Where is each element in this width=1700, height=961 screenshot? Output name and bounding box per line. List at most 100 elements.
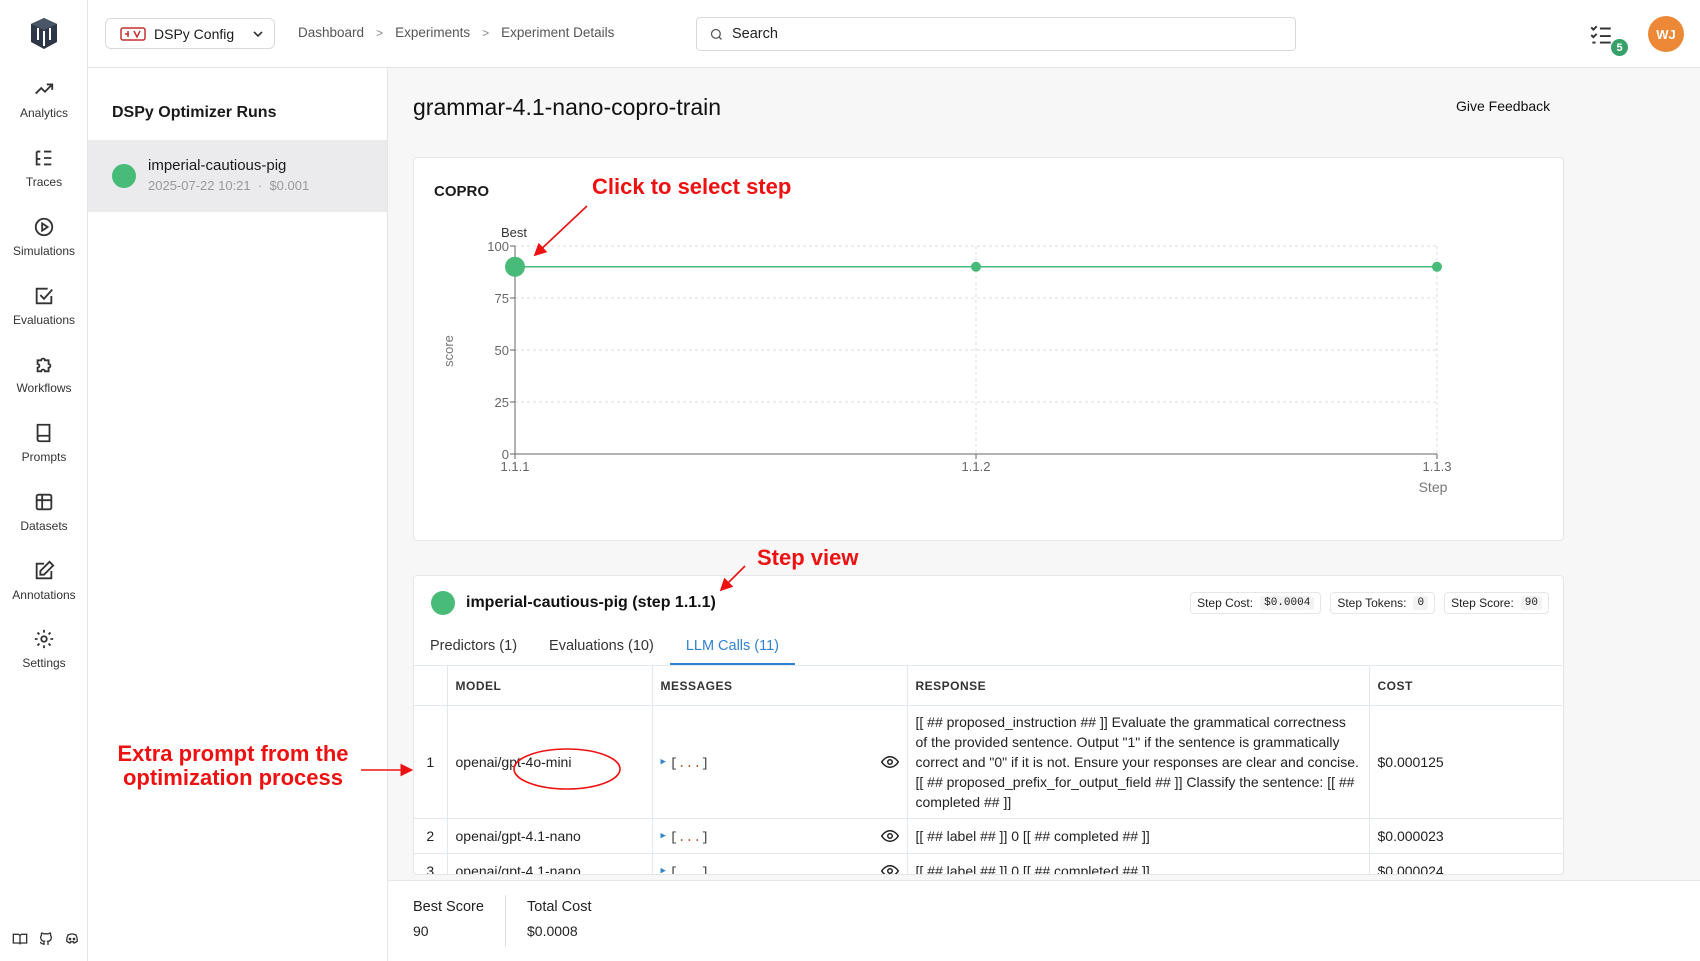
best-label: Best <box>501 225 527 240</box>
trending-up-icon <box>35 83 54 95</box>
best-score-label: Best Score <box>413 899 484 915</box>
total-cost-value: $0.0008 <box>527 923 578 939</box>
best-step-point[interactable] <box>505 256 525 277</box>
search-bar[interactable] <box>696 17 1296 51</box>
nav-label: Workflows <box>16 381 72 395</box>
best-score-summary: Best Score 90 <box>413 899 484 939</box>
breadcrumb-separator: > <box>482 25 490 40</box>
run-status-dot <box>112 164 136 188</box>
nav-traces[interactable]: Traces <box>0 147 88 189</box>
messages-toggle[interactable]: ▶ [...] <box>661 830 709 845</box>
run-date: 2025-07-22 10:21 <box>148 178 251 193</box>
messages-toggle[interactable]: ▶ [...] <box>660 864 709 875</box>
breadcrumb-dashboard[interactable]: Dashboard <box>298 25 364 40</box>
row-index: 2 <box>414 818 447 854</box>
github-icon[interactable] <box>38 931 54 947</box>
row-model: openai/gpt-4o-mini <box>446 705 652 819</box>
table-row[interactable]: 1 openai/gpt-4o-mini ▶ [...] [[ ## propos… <box>414 705 1563 819</box>
list-tree-icon <box>35 150 52 166</box>
row-cost: $0.000023 <box>1368 818 1563 854</box>
tab-evaluations[interactable]: Evaluations (10) <box>533 632 670 665</box>
checklist-icon <box>1590 25 1611 44</box>
breadcrumb-experiments[interactable]: Experiments <box>395 25 470 40</box>
table-row[interactable]: 3 openai/gpt-4.1-nano ▶ [...] [[ ## label… <box>414 853 1563 875</box>
tasks-button[interactable]: 5 <box>1588 22 1628 56</box>
nav-prompts[interactable]: Prompts <box>0 422 88 464</box>
expand-caret-icon: ▶ <box>660 865 666 875</box>
expand-caret-icon: ▶ <box>660 830 666 841</box>
chevron-down-icon <box>253 30 263 37</box>
view-messages-eye-icon[interactable] <box>880 862 899 875</box>
step-title: imperial-cautious-pig (step 1.1.1) <box>466 594 716 611</box>
column-header-response[interactable]: RESPONSE <box>906 665 1369 706</box>
run-item[interactable]: imperial-cautious-pig 2025-07-22 10:21 ·… <box>88 140 387 212</box>
messages-ellipsis: ... <box>677 864 702 875</box>
nav-settings[interactable]: Settings <box>0 628 88 670</box>
step-point[interactable] <box>971 261 981 272</box>
play-circle-icon <box>34 217 54 237</box>
column-header-index <box>414 665 447 706</box>
table-header-row: MODEL MESSAGES RESPONSE COST <box>414 665 1563 706</box>
tab-predictors[interactable]: Predictors (1) <box>414 632 533 665</box>
nav-label: Datasets <box>20 519 68 533</box>
nav-label: Analytics <box>19 106 69 120</box>
messages-toggle[interactable]: ▶ [...] <box>661 756 709 771</box>
nav-analytics[interactable]: Analytics <box>0 78 88 120</box>
annotation-line: Extra prompt from the <box>117 741 349 766</box>
row-response: [[ ## proposed_instruction ## ]] Evaluat… <box>906 705 1369 819</box>
row-index: 1 <box>414 705 447 819</box>
stat-label: Step Cost: <box>1197 596 1254 610</box>
nav-simulations[interactable]: Simulations <box>0 216 88 258</box>
project-selector[interactable]: DSPy Config <box>105 18 275 49</box>
row-messages: ▶ [...] <box>651 818 907 854</box>
breadcrumb-experiment-details[interactable]: Experiment Details <box>501 25 614 40</box>
run-name: imperial-cautious-pig <box>148 157 287 174</box>
view-messages-eye-icon[interactable] <box>880 827 899 845</box>
search-input[interactable] <box>732 26 1252 42</box>
nav-annotations[interactable]: Annotations <box>0 560 88 602</box>
nav-label: Prompts <box>21 450 67 464</box>
column-header-cost[interactable]: COST <box>1368 665 1563 706</box>
y-axis-label: score <box>441 335 456 367</box>
user-avatar[interactable]: WJ <box>1648 16 1684 52</box>
x-axis-label: Step <box>1419 479 1448 495</box>
nav-datasets[interactable]: Datasets <box>0 491 88 533</box>
summary-divider <box>505 895 506 947</box>
edit-icon <box>35 560 55 580</box>
docs-book-icon[interactable] <box>12 931 28 947</box>
runs-heading: DSPy Optimizer Runs <box>112 104 277 121</box>
x-tick-label: 1.1.1 <box>501 459 530 474</box>
step-point[interactable] <box>1432 261 1442 272</box>
row-response: [[ ## label ## ]] 0 [[ ## completed ## ]… <box>906 818 1369 854</box>
row-response: [[ ## label ## ]] 0 [[ ## completed ## ]… <box>906 853 1369 874</box>
step-view-card: imperial-cautious-pig (step 1.1.1) Step … <box>413 575 1564 875</box>
discord-icon[interactable] <box>64 931 80 947</box>
breadcrumb: Dashboard > Experiments > Experiment Det… <box>298 25 614 40</box>
copro-chart-card: COPRO 0 25 50 75 100 1.1.1 1.1.2 1.1.3 score Step… <box>413 157 1564 541</box>
expand-caret-icon: ▶ <box>660 756 666 767</box>
run-meta: 2025-07-22 10:21 · $0.001 <box>148 178 309 193</box>
nav-label: Settings <box>22 656 66 670</box>
row-messages: ▶ [...] <box>651 853 907 875</box>
check-square-icon <box>35 287 53 305</box>
nav-label: Traces <box>25 175 63 189</box>
search-icon <box>710 28 722 40</box>
x-tick-label: 1.1.3 <box>1423 459 1452 474</box>
nav-workflows[interactable]: Workflows <box>0 353 88 395</box>
view-messages-eye-icon[interactable] <box>880 753 899 771</box>
give-feedback-button[interactable]: Give Feedback <box>1456 98 1550 114</box>
row-messages: ▶ [...] <box>651 705 907 819</box>
row-model: openai/gpt-4.1-nano <box>446 853 652 874</box>
nav-evaluations[interactable]: Evaluations <box>0 285 88 327</box>
tab-llm-calls[interactable]: LLM Calls (11) <box>669 632 796 665</box>
y-tick-label: 50 <box>495 343 509 358</box>
messages-ellipsis: ... <box>677 755 702 771</box>
run-cost: $0.001 <box>269 178 310 193</box>
app-logo-icon[interactable] <box>28 16 60 52</box>
row-cost: $0.000125 <box>1368 705 1563 819</box>
column-header-model[interactable]: MODEL <box>446 665 652 706</box>
step-status-dot <box>431 591 455 615</box>
gear-icon <box>34 629 54 649</box>
table-row[interactable]: 2 openai/gpt-4.1-nano ▶ [...] [[ ## label… <box>414 818 1563 854</box>
column-header-messages[interactable]: MESSAGES <box>651 665 907 706</box>
